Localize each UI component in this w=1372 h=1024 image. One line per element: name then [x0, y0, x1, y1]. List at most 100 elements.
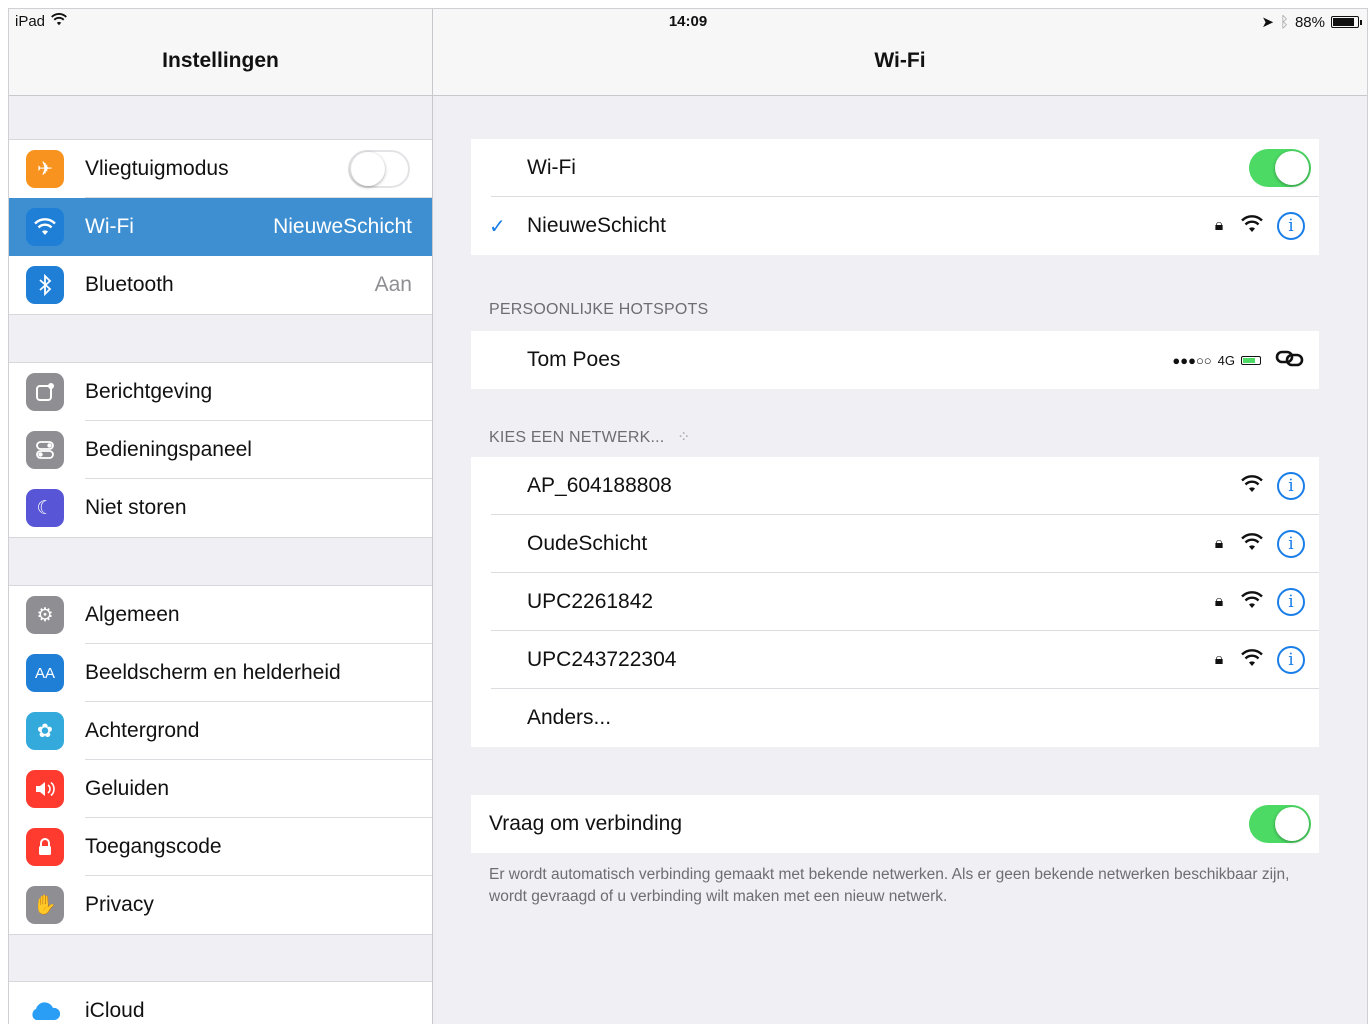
wifi-toggle-row: Wi-Fi [471, 139, 1319, 197]
wifi-signal-icon [1241, 474, 1263, 498]
wifi-detail-pane: Wi-Fi Wi-Fi ✓ NieuweSchicht 🔒︎ i PERSOON… [433, 9, 1367, 1024]
sidebar-item-label: Geluiden [85, 777, 170, 800]
detail-title: Wi-Fi [874, 49, 926, 72]
other-network-row[interactable]: Anders... [471, 689, 1319, 747]
wifi-label: Wi-Fi [527, 156, 576, 179]
sidebar-group-icloud: iCloud [9, 981, 432, 1024]
bluetooth-icon [26, 266, 64, 304]
sidebar-item-bluetooth[interactable]: Bluetooth Aan [9, 256, 432, 314]
sidebar-item-wallpaper[interactable]: ✿ Achtergrond [9, 702, 432, 760]
sidebar-item-label: Bluetooth [85, 273, 174, 296]
wifi-toggle[interactable] [1249, 149, 1311, 187]
ask-to-join-label: Vraag om verbinding [489, 812, 682, 835]
moon-icon: ☾ [26, 489, 64, 527]
sidebar-item-label: Niet storen [85, 496, 187, 519]
info-icon[interactable]: i [1277, 588, 1305, 616]
other-network-label: Anders... [527, 706, 612, 729]
sidebar-item-general[interactable]: ⚙ Algemeen [9, 586, 432, 644]
display-icon: AA [26, 654, 64, 692]
loading-spinner-icon: ⁘ [677, 429, 691, 446]
lock-icon: 🔒︎ [1214, 593, 1224, 610]
hotspot-card: Tom Poes ●●●○○ 4G [471, 331, 1319, 389]
battery-icon [1331, 16, 1362, 28]
network-row[interactable]: OudeSchicht 🔒︎ i [471, 515, 1319, 573]
sidebar-item-value: NieuweSchicht [273, 215, 412, 238]
info-icon[interactable]: i [1277, 646, 1305, 674]
sidebar-item-label: iCloud [85, 999, 145, 1022]
wifi-signal-icon [1241, 214, 1263, 238]
sidebar-item-do-not-disturb[interactable]: ☾ Niet storen [9, 479, 432, 537]
sidebar-group-notifications: Berichtgeving Bedieningspaneel ☾ Niet st… [9, 362, 432, 538]
network-name: UPC2261842 [527, 590, 654, 613]
sidebar-item-label: Berichtgeving [85, 380, 213, 403]
sidebar-item-display[interactable]: AA Beeldscherm en helderheid [9, 644, 432, 702]
ask-to-join-row: Vraag om verbinding [471, 795, 1319, 853]
bluetooth-status-icon: ᛒ [1279, 13, 1289, 31]
network-row[interactable]: AP_604188808 i [471, 457, 1319, 515]
airplane-mode-toggle[interactable] [348, 150, 410, 188]
wifi-signal-icon [1241, 532, 1263, 556]
network-name: OudeSchicht [527, 532, 648, 555]
sidebar-item-privacy[interactable]: ✋ Privacy [9, 876, 432, 934]
network-row[interactable]: UPC2261842 🔒︎ i [471, 573, 1319, 631]
sidebar-item-label: Vliegtuigmodus [85, 157, 229, 180]
wallpaper-icon: ✿ [26, 712, 64, 750]
notifications-icon [26, 373, 64, 411]
sidebar-item-label: Toegangscode [85, 835, 222, 858]
sidebar-item-control-center[interactable]: Bedieningspaneel [9, 421, 432, 479]
settings-sidebar: Instellingen ✈ Vliegtuigmodus Wi-Fi Nieu… [9, 9, 433, 1024]
sidebar-item-label: Achtergrond [85, 719, 200, 742]
sidebar-title: Instellingen [162, 49, 279, 72]
network-type: 4G [1217, 352, 1235, 368]
cell-signal-icon: ●●●○○ [1172, 352, 1212, 368]
sidebar-item-value: Aan [374, 273, 412, 296]
ask-to-join-footnote: Er wordt automatisch verbinding gemaakt … [489, 866, 1290, 905]
status-bar: iPad 14:09 ➤ ᛒ 88% [9, 9, 1367, 35]
network-name: AP_604188808 [527, 474, 672, 497]
networks-card: AP_604188808 i OudeSchicht 🔒︎ i UPC22618… [471, 457, 1319, 747]
airplane-icon: ✈ [26, 150, 64, 188]
connected-network-row[interactable]: ✓ NieuweSchicht 🔒︎ i [471, 197, 1319, 255]
hotspot-name: Tom Poes [527, 348, 621, 371]
battery-icon [1241, 355, 1261, 365]
hotspots-section-header: PERSOONLIJKE HOTSPOTS [489, 301, 709, 318]
wifi-card: Wi-Fi ✓ NieuweSchicht 🔒︎ i [471, 139, 1319, 255]
lock-icon: 🔒︎ [1214, 217, 1224, 234]
sidebar-item-label: Privacy [85, 893, 154, 916]
battery-percent: 88% [1294, 13, 1325, 31]
sidebar-item-wifi[interactable]: Wi-Fi NieuweSchicht [9, 198, 432, 256]
sidebar-item-label: Wi-Fi [85, 215, 134, 238]
gear-icon: ⚙ [26, 596, 64, 634]
sidebar-group-connectivity: ✈ Vliegtuigmodus Wi-Fi NieuweSchicht Blu… [9, 139, 432, 315]
checkmark-icon: ✓ [489, 215, 506, 238]
privacy-hand-icon: ✋ [26, 886, 64, 924]
sidebar-item-airplane-mode[interactable]: ✈ Vliegtuigmodus [9, 140, 432, 198]
info-icon[interactable]: i [1277, 472, 1305, 500]
sidebar-item-notifications[interactable]: Berichtgeving [9, 363, 432, 421]
info-icon[interactable]: i [1277, 212, 1305, 240]
sidebar-group-general: ⚙ Algemeen AA Beeldscherm en helderheid … [9, 585, 432, 935]
sidebar-item-icloud[interactable]: iCloud [9, 982, 432, 1024]
network-name: UPC243722304 [527, 648, 677, 671]
sidebar-item-label: Beeldscherm en helderheid [85, 661, 341, 684]
choose-network-header: KIES EEN NETWERK... ⁘ [489, 427, 691, 447]
sidebar-item-sounds[interactable]: Geluiden [9, 760, 432, 818]
hotspot-row[interactable]: Tom Poes ●●●○○ 4G [471, 331, 1319, 389]
wifi-signal-icon [1241, 648, 1263, 672]
link-icon [1275, 349, 1305, 372]
network-name: NieuweSchicht [527, 214, 666, 237]
ask-to-join-toggle[interactable] [1249, 805, 1311, 843]
cloud-icon [26, 992, 64, 1024]
sidebar-item-passcode[interactable]: Toegangscode [9, 818, 432, 876]
lock-icon: 🔒︎ [1214, 535, 1224, 552]
passcode-lock-icon [26, 828, 64, 866]
lock-icon: 🔒︎ [1214, 651, 1224, 668]
status-time: 14:09 [668, 13, 708, 30]
wifi-signal-icon [1241, 590, 1263, 614]
ipad-screen: Instellingen ✈ Vliegtuigmodus Wi-Fi Nieu… [8, 8, 1368, 1024]
location-arrow-icon: ➤ [1261, 14, 1274, 31]
choose-network-header-text: KIES EEN NETWERK... [489, 429, 665, 446]
network-row[interactable]: UPC243722304 🔒︎ i [471, 631, 1319, 689]
info-icon[interactable]: i [1277, 530, 1305, 558]
sidebar-item-label: Bedieningspaneel [85, 438, 252, 461]
